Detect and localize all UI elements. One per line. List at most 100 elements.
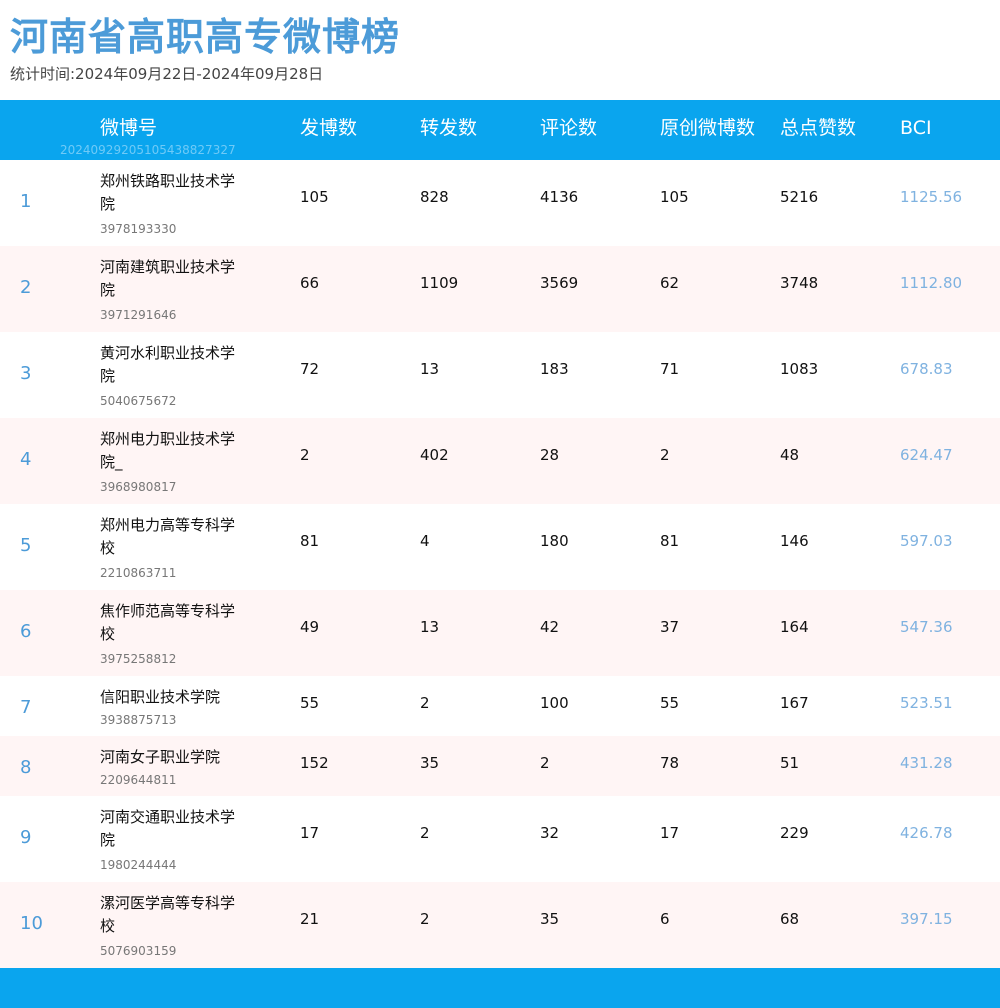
- table-row: 2 河南建筑职业技术学院 3971291646 66 1109 3569 62 …: [0, 246, 1000, 332]
- row-account-id: 2210863711: [100, 566, 177, 580]
- page-title: 河南省高职高专微博榜: [10, 15, 401, 59]
- row-bci: 426.78: [900, 824, 953, 842]
- row-original: 78: [660, 754, 680, 772]
- row-reposts: 4: [420, 532, 430, 550]
- footer-bar: [0, 968, 1000, 1008]
- row-posts: 66: [300, 274, 320, 292]
- row-reposts: 13: [420, 360, 440, 378]
- row-comments: 180: [540, 532, 569, 550]
- row-account-name: 郑州电力高等专科学校: [100, 516, 236, 557]
- row-rank: 7: [20, 697, 32, 718]
- row-account-name: 漯河医学高等专科学校: [100, 894, 236, 935]
- row-original: 17: [660, 824, 680, 842]
- row-account-name: 信阳职业技术学院: [100, 688, 221, 706]
- row-rank: 5: [20, 535, 32, 556]
- table-row: 9 河南交通职业技术学院 1980244444 17 2 32 17 229 4…: [0, 796, 1000, 882]
- row-comments: 4136: [540, 188, 579, 206]
- row-bci: 597.03: [900, 532, 953, 550]
- row-comments: 28: [540, 446, 560, 464]
- row-reposts: 13: [420, 618, 440, 636]
- row-original: 55: [660, 694, 680, 712]
- row-comments: 32: [540, 824, 560, 842]
- table-row: 5 郑州电力高等专科学校 2210863711 81 4 180 81 146 …: [0, 504, 1000, 590]
- row-original: 6: [660, 910, 670, 928]
- table-row: 3 黄河水利职业技术学院 5040675672 72 13 183 71 108…: [0, 332, 1000, 418]
- row-posts: 21: [300, 910, 320, 928]
- row-rank: 9: [20, 827, 32, 848]
- row-reposts: 2: [420, 910, 430, 928]
- row-account-id: 1980244444: [100, 858, 177, 872]
- header-watermark-id: 20240929205105438827327: [60, 143, 236, 157]
- row-likes: 164: [780, 618, 809, 636]
- row-rank: 1: [20, 191, 32, 212]
- row-reposts: 1109: [420, 274, 459, 292]
- row-account-id: 3971291646: [100, 308, 177, 322]
- row-reposts: 828: [420, 188, 449, 206]
- table-header: 微博号 发博数 转发数 评论数 原创微博数 总点赞数 BCI 202409292…: [0, 100, 1000, 160]
- row-likes: 51: [780, 754, 800, 772]
- row-posts: 72: [300, 360, 320, 378]
- ranking-table: 1 郑州铁路职业技术学院 3978193330 105 828 4136 105…: [0, 160, 1000, 968]
- row-bci: 678.83: [900, 360, 953, 378]
- row-rank: 3: [20, 363, 32, 384]
- row-posts: 105: [300, 188, 329, 206]
- row-account-name: 黄河水利职业技术学院: [100, 344, 236, 385]
- header-original: 原创微博数: [660, 117, 756, 139]
- row-original: 71: [660, 360, 680, 378]
- row-bci: 1112.80: [900, 274, 963, 292]
- table-row: 7 信阳职业技术学院 3938875713 55 2 100 55 167 52…: [0, 676, 1000, 736]
- row-comments: 183: [540, 360, 569, 378]
- row-likes: 5216: [780, 188, 819, 206]
- row-bci: 397.15: [900, 910, 953, 928]
- row-rank: 6: [20, 621, 32, 642]
- row-bci: 624.47: [900, 446, 953, 464]
- table-row: 1 郑州铁路职业技术学院 3978193330 105 828 4136 105…: [0, 160, 1000, 246]
- row-likes: 167: [780, 694, 809, 712]
- row-posts: 152: [300, 754, 329, 772]
- row-reposts: 35: [420, 754, 440, 772]
- row-posts: 17: [300, 824, 320, 842]
- row-bci: 547.36: [900, 618, 953, 636]
- row-comments: 3569: [540, 274, 579, 292]
- row-rank: 10: [20, 913, 43, 934]
- table-row: 10 漯河医学高等专科学校 5076903159 21 2 35 6 68 39…: [0, 882, 1000, 968]
- table-row: 8 河南女子职业学院 2209644811 152 35 2 78 51 431…: [0, 736, 1000, 796]
- row-account-name: 河南建筑职业技术学院: [100, 258, 236, 299]
- header-posts: 发博数: [300, 117, 358, 139]
- row-account-id: 3978193330: [100, 222, 177, 236]
- row-rank: 4: [20, 449, 32, 470]
- row-reposts: 2: [420, 694, 430, 712]
- row-posts: 81: [300, 532, 320, 550]
- row-rank: 2: [20, 277, 32, 298]
- row-reposts: 2: [420, 824, 430, 842]
- date-range: 统计时间:2024年09月22日-2024年09月28日: [10, 65, 324, 83]
- row-account-id: 3938875713: [100, 713, 177, 727]
- row-account-id: 3968980817: [100, 480, 177, 494]
- row-original: 37: [660, 618, 680, 636]
- row-account-name: 郑州铁路职业技术学院: [100, 172, 236, 213]
- row-rank: 8: [20, 757, 32, 778]
- header-account: 微博号: [100, 117, 158, 139]
- table-row: 4 郑州电力职业技术学院_ 3968980817 2 402 28 2 48 6…: [0, 418, 1000, 504]
- row-comments: 35: [540, 910, 560, 928]
- row-bci: 523.51: [900, 694, 953, 712]
- row-posts: 49: [300, 618, 320, 636]
- row-account-id: 5076903159: [100, 944, 177, 958]
- row-account-id: 5040675672: [100, 394, 177, 408]
- row-original: 81: [660, 532, 680, 550]
- row-likes: 3748: [780, 274, 819, 292]
- row-original: 2: [660, 446, 670, 464]
- row-likes: 68: [780, 910, 800, 928]
- row-comments: 100: [540, 694, 569, 712]
- row-account-name: 焦作师范高等专科学校: [100, 602, 236, 643]
- row-reposts: 402: [420, 446, 449, 464]
- row-posts: 2: [300, 446, 310, 464]
- row-account-id: 3975258812: [100, 652, 177, 666]
- row-bci: 431.28: [900, 754, 953, 772]
- row-bci: 1125.56: [900, 188, 963, 206]
- header-reposts: 转发数: [420, 117, 478, 139]
- row-account-id: 2209644811: [100, 773, 177, 787]
- row-likes: 48: [780, 446, 800, 464]
- header-likes: 总点赞数: [780, 117, 857, 139]
- row-comments: 2: [540, 754, 550, 772]
